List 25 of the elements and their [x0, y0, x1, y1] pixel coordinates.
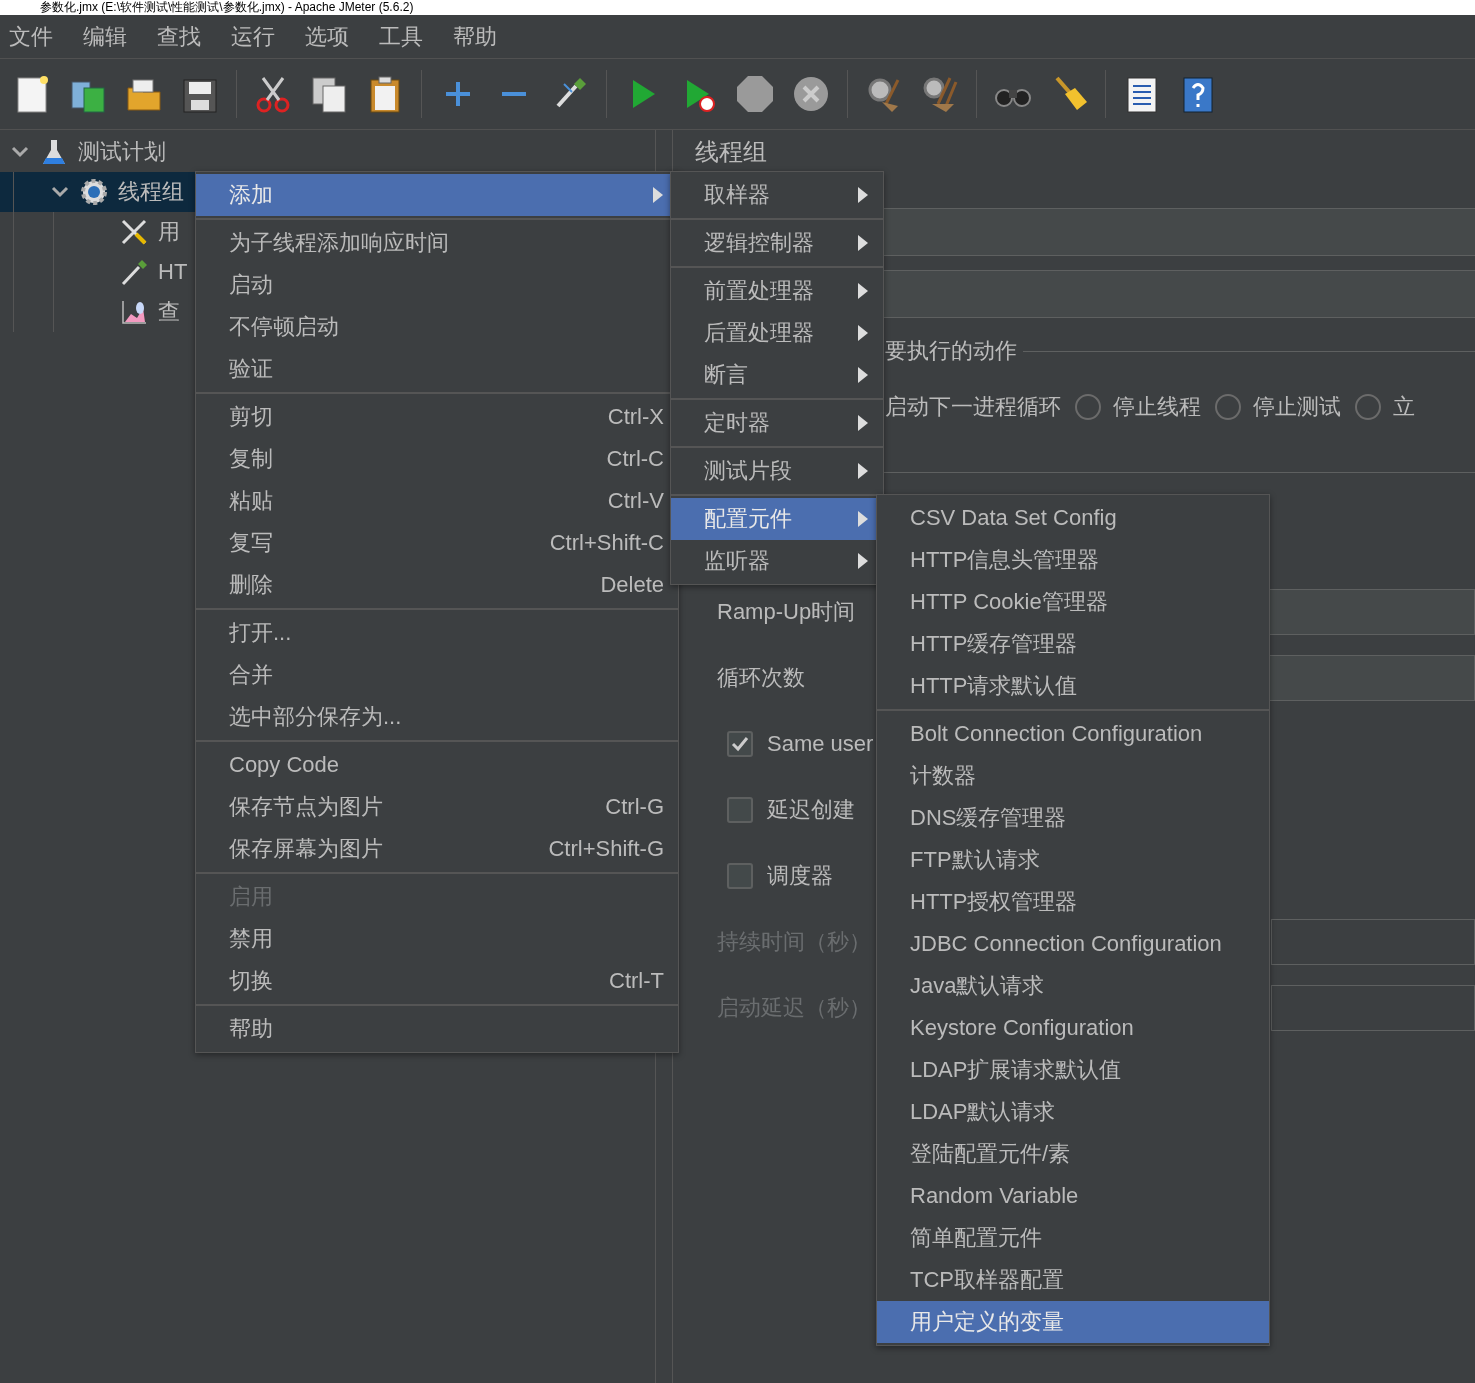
panel-title: 线程组: [695, 138, 767, 166]
shortcut-text: Ctrl-T: [609, 968, 664, 994]
field-label: 循环次数: [717, 664, 805, 692]
shortcut-text: Ctrl-G: [605, 794, 664, 820]
shortcut-text: Ctrl-V: [607, 488, 664, 514]
radio-label: 停止线程: [1113, 393, 1201, 421]
tree-label: HT: [158, 259, 188, 285]
shortcut-text: Delete: [600, 572, 664, 598]
radio-label: 立: [1393, 393, 1415, 421]
tree-label: 线程组: [118, 178, 184, 206]
tree-label: 用: [158, 218, 180, 246]
tree-label: 测试计划: [78, 138, 166, 166]
shortcut-text: Ctrl-C: [606, 446, 664, 472]
checkbox-label: Same user: [767, 731, 874, 757]
field-label: Ramp-Up时间: [717, 598, 856, 626]
shortcut-text: Ctrl+Shift-G: [548, 836, 664, 862]
checkbox-label: 调度器: [767, 862, 833, 890]
group-title: 要执行的动作: [885, 337, 1017, 365]
checkbox-label: 延迟创建: [767, 796, 855, 824]
tree-label: 查: [158, 298, 180, 326]
window-title: 参数化.jmx (E:\软件测试\性能测试\参数化.jmx) - Apache JMeter (5.6.2): [40, 0, 414, 14]
shortcut-text: Ctrl+Shift-C: [549, 530, 664, 556]
radio-label: 启动下一进程循环: [885, 393, 1061, 421]
radio-label: 停止测试: [1253, 393, 1341, 421]
shortcut-text: Ctrl-X: [607, 404, 664, 430]
